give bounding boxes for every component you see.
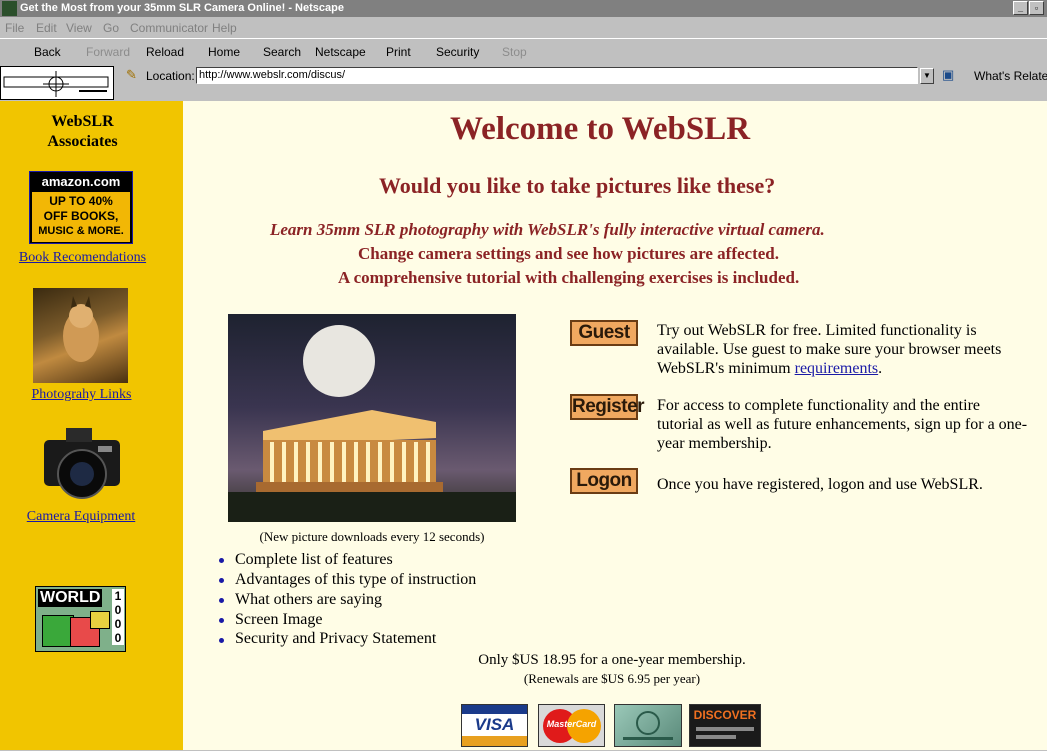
- amex-card-logo: [614, 704, 682, 747]
- sample-photo: [228, 314, 516, 522]
- book-recommendations-link[interactable]: Book Recomendations: [0, 250, 165, 266]
- menu-help[interactable]: Help: [212, 21, 237, 35]
- world-badge-text: WORLD: [38, 589, 103, 607]
- visa-text: VISA: [474, 715, 515, 734]
- page-subtitle: Would you like to take pictures like the…: [379, 173, 776, 198]
- mastercard-text: MasterCard: [546, 719, 597, 729]
- home-button[interactable]: Home: [208, 45, 240, 59]
- page-title: Welcome to WebSLR: [450, 111, 751, 147]
- menu-edit[interactable]: Edit: [36, 21, 57, 35]
- navigation-toolbar: Back Forward Reload Home Search Netscape…: [0, 38, 1047, 66]
- reload-button[interactable]: Reload: [146, 45, 184, 59]
- logon-button[interactable]: Logon: [570, 468, 638, 494]
- camera-photo[interactable]: [38, 424, 125, 504]
- menu-file[interactable]: File: [5, 21, 24, 35]
- membership-price: Only $US 18.95 for a one-year membership…: [478, 652, 746, 668]
- crosshair-icon: [3, 71, 109, 97]
- register-description: For access to complete functionality and…: [657, 397, 1028, 452]
- tagline-line2: Change camera settings and see how pictu…: [358, 244, 779, 263]
- discover-text: DISCOVER: [693, 708, 757, 722]
- amex-centurion-icon: [623, 711, 673, 740]
- visa-card-logo: VISA: [461, 704, 528, 747]
- location-label: Location:: [146, 69, 195, 83]
- list-item-advantages[interactable]: Advantages of this type of instruction: [235, 570, 476, 590]
- list-item-screen-image[interactable]: Screen Image: [235, 610, 323, 630]
- menu-view[interactable]: View: [66, 21, 92, 35]
- lynx-icon: [63, 296, 99, 362]
- guest-description: Try out WebSLR for free. Limited functio…: [657, 321, 1029, 378]
- photo-caption: (New picture downloads every 12 seconds): [259, 529, 485, 544]
- guest-button[interactable]: Guest: [570, 320, 638, 346]
- tagline-italic: Learn 35mm SLR photography with WebSLR's…: [270, 220, 825, 239]
- sidebar-title-line1: WebSLR: [51, 113, 114, 130]
- list-item-security[interactable]: Security and Privacy Statement: [235, 629, 436, 649]
- sidebar: WebSLR Associates amazon.com UP TO 40% O…: [0, 101, 183, 750]
- title-bar: Get the Most from your 35mm SLR Camera O…: [0, 0, 1047, 17]
- location-bar: ✎ Location: http://www.webslr.com/discus…: [0, 65, 1047, 87]
- list-item-others-saying[interactable]: What others are saying: [235, 590, 382, 610]
- requirements-link[interactable]: requirements: [795, 360, 879, 377]
- back-button[interactable]: Back: [34, 45, 61, 59]
- window-title: Get the Most from your 35mm SLR Camera O…: [20, 2, 344, 14]
- logon-description: Once you have registered, logon and use …: [657, 476, 983, 493]
- world-1000-badge[interactable]: WORLD 1000: [35, 586, 126, 652]
- related-icon[interactable]: ▣: [942, 67, 954, 83]
- guest-description-end: .: [878, 360, 883, 377]
- register-button[interactable]: Register: [570, 394, 645, 420]
- main-content: Welcome to WebSLR Would you like to take…: [183, 101, 1047, 750]
- mastercard-logo: MasterCard: [538, 704, 605, 747]
- sidebar-title-line2: Associates: [47, 133, 118, 150]
- menu-communicator[interactable]: Communicator: [130, 21, 208, 35]
- amazon-logo: amazon.com: [41, 174, 121, 189]
- lynx-photo[interactable]: [33, 288, 128, 383]
- url-input[interactable]: http://www.webslr.com/discus/: [196, 67, 918, 84]
- discover-card-logo: DISCOVER: [689, 704, 761, 747]
- menu-go[interactable]: Go: [103, 21, 119, 35]
- restore-button[interactable]: ▫: [1029, 1, 1044, 15]
- list-item-features[interactable]: Complete list of features: [235, 550, 393, 570]
- photography-links-link[interactable]: Photograhy Links: [0, 387, 163, 403]
- forward-button[interactable]: Forward: [86, 45, 130, 59]
- netscape-button[interactable]: Netscape: [315, 45, 366, 59]
- tagline-line3: A comprehensive tutorial with challengin…: [338, 268, 800, 287]
- amazon-text3: MUSIC & MORE.: [38, 225, 124, 237]
- memorial-moon-image: [228, 325, 516, 522]
- menu-bar: File Edit View Go Communicator Help: [0, 18, 1047, 38]
- crosshair-overlay: [0, 66, 114, 100]
- security-button[interactable]: Security: [436, 45, 479, 59]
- camera-equipment-link[interactable]: Camera Equipment: [0, 509, 162, 525]
- netscape-icon: [2, 1, 17, 16]
- amazon-banner[interactable]: amazon.com UP TO 40% OFF BOOKS, MUSIC & …: [29, 171, 133, 244]
- world-badge-number: 1000: [112, 589, 124, 645]
- url-dropdown-button[interactable]: ▼: [920, 68, 934, 84]
- camera-icon: [44, 428, 120, 499]
- renewal-price: (Renewals are $US 6.95 per year): [523, 671, 701, 686]
- print-button[interactable]: Print: [386, 45, 411, 59]
- amazon-text1: UP TO 40%: [49, 194, 113, 208]
- bookmark-icon[interactable]: ✎: [126, 67, 137, 83]
- minimize-button[interactable]: _: [1013, 1, 1028, 15]
- whats-related-button[interactable]: What's Related: [974, 69, 1047, 83]
- search-button[interactable]: Search: [263, 45, 301, 59]
- stop-button[interactable]: Stop: [502, 45, 527, 59]
- amazon-text2: OFF BOOKS,: [43, 209, 119, 223]
